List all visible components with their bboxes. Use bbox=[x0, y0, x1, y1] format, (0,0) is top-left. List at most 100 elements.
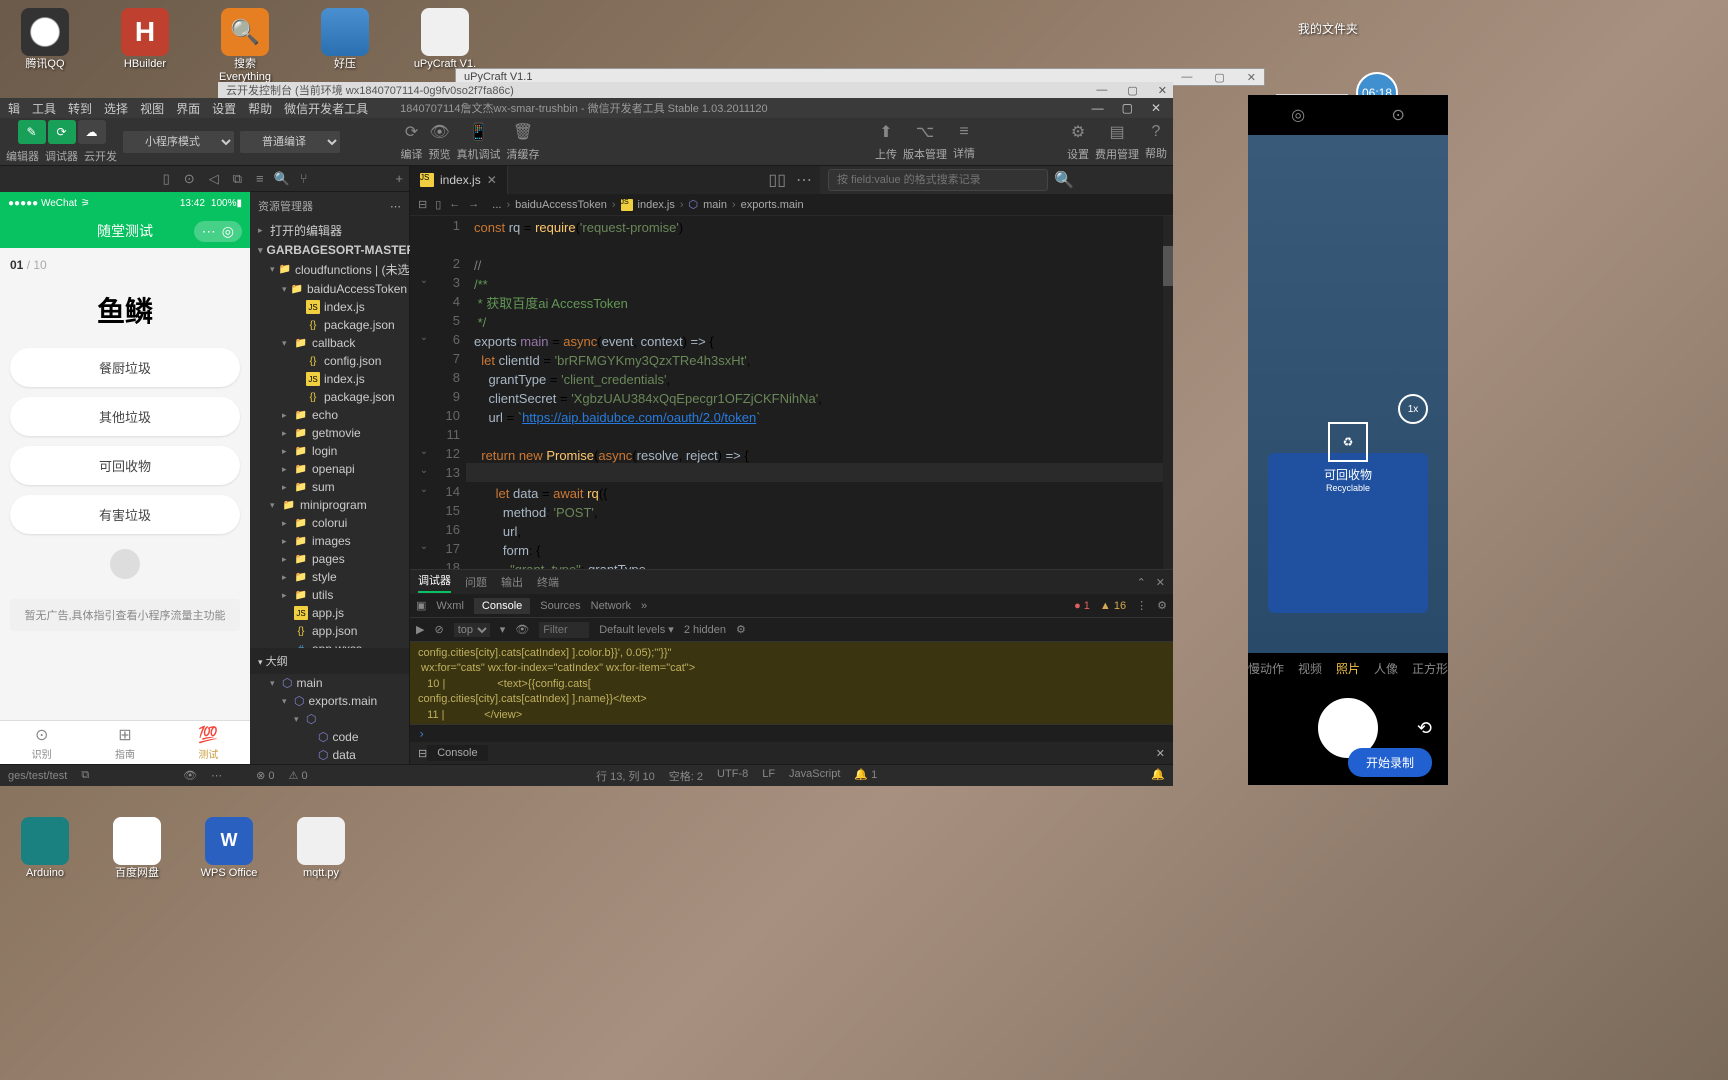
timer-icon[interactable]: ⊙ bbox=[1391, 105, 1404, 125]
outline-item[interactable]: ▾⬡ bbox=[250, 710, 409, 728]
close-icon[interactable]: ✕ bbox=[1247, 71, 1256, 84]
console-expand-icon[interactable]: ⊟ bbox=[418, 747, 427, 760]
console-tab-wxml[interactable]: Wxml bbox=[436, 600, 464, 612]
code-content[interactable]: const rq = require('request-promise') //… bbox=[466, 216, 1163, 569]
split-editor-icon[interactable]: ▯▯ bbox=[768, 170, 786, 190]
help-button[interactable]: ? 帮助 bbox=[1145, 123, 1167, 161]
tree-item-package-json[interactable]: {}package.json bbox=[250, 316, 409, 334]
debug-tab-problems[interactable]: 问题 bbox=[465, 574, 487, 590]
quiz-option-4[interactable]: 有害垃圾 bbox=[10, 495, 240, 534]
mode-video[interactable]: 视频 bbox=[1298, 660, 1322, 677]
collapse-icon[interactable]: ⌃ bbox=[1137, 576, 1146, 589]
debug-tab-output[interactable]: 输出 bbox=[501, 574, 523, 590]
list-icon[interactable]: ≡ bbox=[256, 171, 264, 186]
desktop-icon-mqtt[interactable]: mqtt.py bbox=[286, 817, 356, 880]
outline-item[interactable]: ⬡code bbox=[250, 728, 409, 746]
log-search-input[interactable] bbox=[828, 169, 1048, 191]
real-debug-button[interactable]: 📱 真机调试 bbox=[457, 122, 501, 162]
maximize-icon[interactable]: ▢ bbox=[1214, 71, 1224, 84]
copy-icon[interactable]: ⧉ bbox=[81, 769, 89, 782]
maximize-icon[interactable]: ▢ bbox=[1127, 84, 1137, 97]
clear-icon[interactable]: ⊘ bbox=[434, 623, 443, 636]
mode-select[interactable]: 小程序模式 bbox=[123, 131, 234, 153]
tree-item-config-json[interactable]: {}config.json bbox=[250, 352, 409, 370]
breadcrumb-item[interactable]: exports.main bbox=[741, 199, 804, 211]
desktop-icon-haoya[interactable]: 好压 bbox=[310, 8, 380, 84]
inspect-icon[interactable]: ▣ bbox=[416, 599, 426, 612]
tree-item-pages[interactable]: ▸📁pages bbox=[250, 550, 409, 568]
tree-item-echo[interactable]: ▸📁echo bbox=[250, 406, 409, 424]
bookmark-icon[interactable]: ▯ bbox=[435, 198, 441, 211]
more-icon[interactable]: ⋯ bbox=[390, 200, 401, 213]
add-icon[interactable]: + bbox=[395, 171, 403, 186]
back-icon[interactable]: ◁ bbox=[209, 171, 219, 187]
tree-item-openapi[interactable]: ▸📁openapi bbox=[250, 460, 409, 478]
desktop-icon-qq[interactable]: 腾讯QQ bbox=[10, 8, 80, 84]
outline-item[interactable]: ▾⬡main bbox=[250, 674, 409, 692]
compile-select[interactable]: 普通编译 bbox=[240, 131, 340, 153]
menu-help[interactable]: 帮助 bbox=[248, 100, 272, 117]
preview-button[interactable]: 👁 预览 bbox=[429, 122, 451, 162]
debugger-toggle-button[interactable]: ⟳ bbox=[48, 120, 76, 144]
detail-button[interactable]: ≡ 详情 bbox=[953, 123, 975, 161]
filter-input[interactable] bbox=[539, 622, 589, 638]
outline-header[interactable]: ▾ 大纲 bbox=[250, 648, 409, 674]
tab-guide[interactable]: ⊞ 指南 bbox=[83, 721, 166, 764]
desktop-icon-everything[interactable]: 🔍 搜索 Everything bbox=[210, 8, 280, 84]
tree-item-style[interactable]: ▸📁style bbox=[250, 568, 409, 586]
breadcrumb-item[interactable]: index.js bbox=[638, 199, 675, 211]
device-icon[interactable]: ▯ bbox=[163, 171, 170, 187]
console-output[interactable]: config.cities[city].cats[catIndex] ].col… bbox=[410, 642, 1173, 724]
minimize-icon[interactable]: — bbox=[1181, 71, 1192, 84]
status-cursor[interactable]: 行 13, 列 10 bbox=[596, 768, 655, 784]
tab-identify[interactable]: ⊙ 识别 bbox=[0, 721, 83, 764]
cloud-console-titlebar[interactable]: 云开发控制台 (当前环境 wx1840707114-0g9fv0so2f7fa8… bbox=[218, 82, 1173, 98]
quiz-option-2[interactable]: 其他垃圾 bbox=[10, 397, 240, 436]
status-path[interactable]: ges/test/test bbox=[8, 770, 67, 782]
record-button[interactable]: 开始录制 bbox=[1348, 748, 1432, 777]
tree-item-package-json[interactable]: {}package.json bbox=[250, 388, 409, 406]
open-editors-header[interactable]: ▸打开的编辑器 bbox=[250, 220, 409, 241]
outline-item[interactable]: ⬡data bbox=[250, 746, 409, 764]
status-errors[interactable]: 0 bbox=[268, 770, 274, 782]
mode-slowmo[interactable]: 慢动作 bbox=[1248, 660, 1284, 677]
menu-select[interactable]: 选择 bbox=[104, 100, 128, 117]
tree-item-app-json[interactable]: {}app.json bbox=[250, 622, 409, 640]
status-indent[interactable]: 空格: 2 bbox=[669, 768, 703, 784]
tree-item-cloudfunctions---------[interactable]: ▾📁cloudfunctions | (未选... bbox=[250, 259, 409, 280]
desktop-icon-wps[interactable]: W WPS Office bbox=[194, 817, 264, 880]
clear-cache-button[interactable]: 🗑 清缓存 bbox=[507, 122, 540, 162]
zoom-indicator[interactable]: 1x bbox=[1398, 394, 1428, 424]
back-icon[interactable]: ← bbox=[449, 198, 460, 211]
more-tabs-icon[interactable]: » bbox=[641, 600, 647, 612]
breadcrumb-item[interactable]: main bbox=[703, 199, 727, 211]
status-warnings[interactable]: 0 bbox=[301, 770, 307, 782]
breadcrumb-item[interactable]: baiduAccessToken bbox=[515, 199, 607, 211]
menu-tools[interactable]: 工具 bbox=[32, 100, 56, 117]
project-root[interactable]: ▾GARBAGESORT-MASTER bbox=[250, 241, 409, 259]
search-icon[interactable]: 🔍 bbox=[1054, 170, 1074, 190]
my-folder-label[interactable]: 我的文件夹 bbox=[1298, 20, 1358, 37]
mode-photo[interactable]: 照片 bbox=[1336, 660, 1360, 677]
more-icon[interactable]: ⋯ bbox=[796, 170, 812, 190]
console-tab-sources[interactable]: Sources bbox=[540, 600, 580, 612]
tree-item-app-js[interactable]: JSapp.js bbox=[250, 604, 409, 622]
bell-icon[interactable]: 🔔 1 bbox=[854, 768, 877, 784]
branch-icon[interactable]: ⑂ bbox=[300, 171, 308, 186]
close-icon[interactable]: ✕ bbox=[1156, 576, 1165, 589]
camera-viewfinder[interactable]: ♻ 可回收物 Recyclable 1x bbox=[1248, 135, 1448, 653]
close-icon[interactable]: ✕ bbox=[1156, 747, 1165, 760]
close-icon[interactable]: ✕ bbox=[1147, 101, 1165, 115]
tree-item-sum[interactable]: ▸📁sum bbox=[250, 478, 409, 496]
quiz-option-1[interactable]: 餐厨垃圾 bbox=[10, 348, 240, 387]
tab-test[interactable]: 💯 测试 bbox=[167, 721, 250, 764]
breadcrumb-item[interactable]: ... bbox=[492, 199, 501, 211]
debug-tab-terminal[interactable]: 终端 bbox=[537, 574, 559, 590]
menu-edit[interactable]: 辑 bbox=[8, 100, 20, 117]
bell-icon[interactable]: 🔔 bbox=[1151, 768, 1165, 784]
minimap[interactable] bbox=[1163, 216, 1173, 569]
menu-wx-devtools[interactable]: 微信开发者工具 bbox=[284, 100, 368, 117]
minimize-icon[interactable]: — bbox=[1088, 101, 1108, 115]
status-encoding[interactable]: UTF-8 bbox=[717, 768, 748, 784]
dots-icon[interactable]: ⋮ bbox=[1136, 599, 1147, 612]
